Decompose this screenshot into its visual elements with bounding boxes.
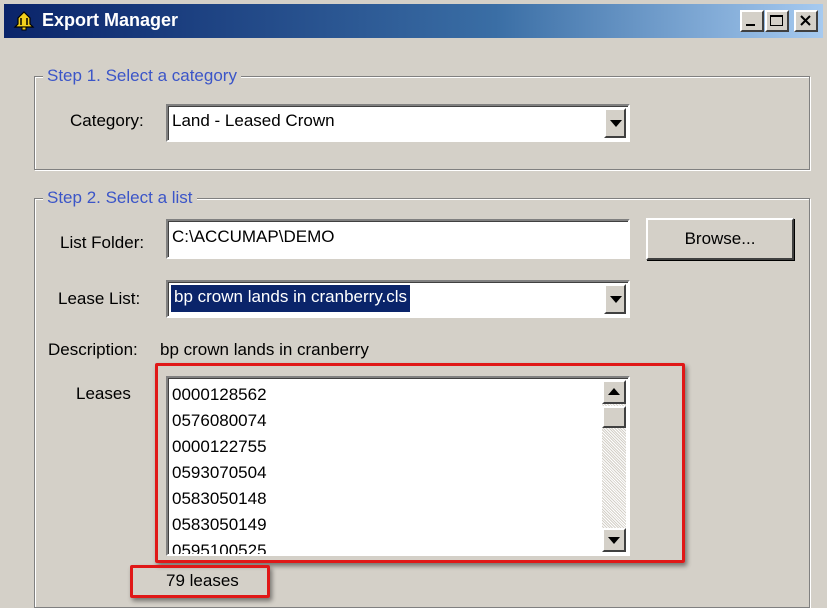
list-folder-value: C:\ACCUMAP\DEMO [172,227,335,246]
close-icon [800,15,811,26]
category-dropdown-button[interactable] [604,108,626,138]
close-button[interactable] [794,10,818,32]
lease-list-label: Lease List: [58,289,141,308]
window-title: Export Manager [42,10,179,30]
category-value: Land - Leased Crown [172,111,335,130]
lease-list-dropdown-button[interactable] [604,284,626,314]
lease-list-value: bp crown lands in cranberry.cls [169,284,412,313]
category-label: Category: [70,111,144,130]
browse-button[interactable]: Browse... [646,218,794,260]
lease-list-dropdown[interactable]: bp crown lands in cranberry.cls [166,280,630,318]
maximize-icon [770,15,783,26]
highlight-box-count [130,565,270,598]
minimize-icon [746,24,755,26]
description-label: Description: [48,340,138,359]
step2-legend: Step 2. Select a list [43,188,197,208]
step1-legend: Step 1. Select a category [43,66,241,86]
chevron-down-icon [610,296,622,303]
leases-label: Leases [76,384,131,403]
description-value: bp crown lands in cranberry [160,340,369,359]
minimize-button[interactable] [740,10,764,32]
chevron-down-icon [610,120,622,127]
bell-icon [13,11,35,31]
list-folder-label: List Folder: [60,233,145,252]
maximize-button[interactable] [765,10,789,32]
highlight-box-leases [155,363,685,563]
category-dropdown[interactable]: Land - Leased Crown [166,104,630,142]
list-folder-input[interactable]: C:\ACCUMAP\DEMO [166,219,630,259]
title-bar[interactable]: Export Manager [4,4,823,38]
export-manager-window: Export Manager Step 1. Select a category… [0,0,827,608]
